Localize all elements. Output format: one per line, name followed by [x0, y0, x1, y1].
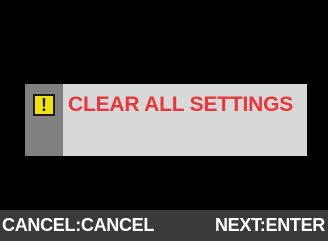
warning-icon: ! [33, 94, 55, 116]
next-hint[interactable]: NEXT:ENTER [215, 215, 325, 236]
camera-screen: ! CLEAR ALL SETTINGS CANCEL:CANCEL NEXT:… [0, 0, 328, 241]
cancel-hint[interactable]: CANCEL:CANCEL [2, 215, 154, 236]
footer-bar: CANCEL:CANCEL NEXT:ENTER [0, 210, 328, 241]
confirm-dialog: ! CLEAR ALL SETTINGS [25, 84, 307, 156]
dialog-title: CLEAR ALL SETTINGS [68, 93, 294, 116]
dialog-side-bar: ! [25, 84, 63, 156]
